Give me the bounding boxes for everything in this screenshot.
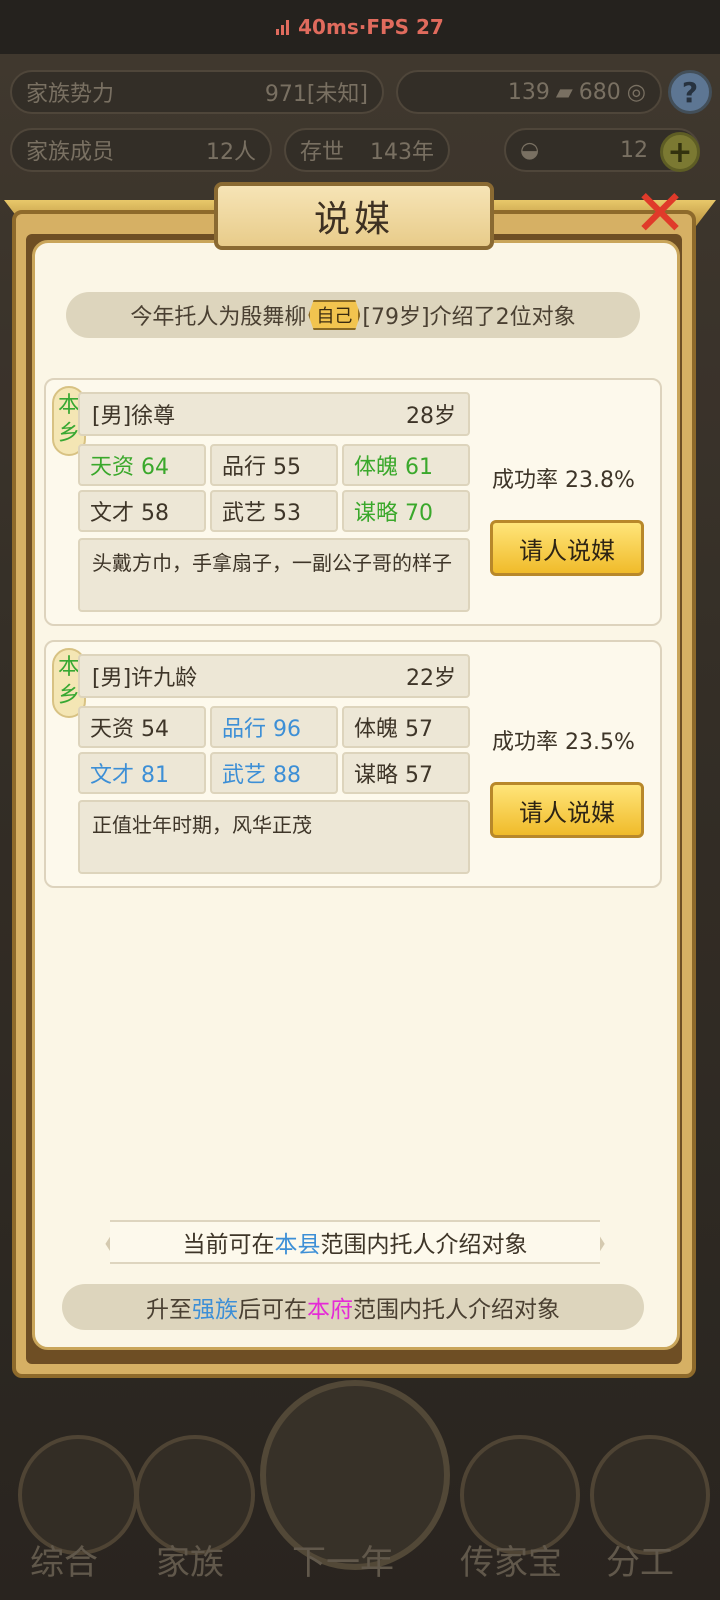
candidate-name: [男]徐尊 — [92, 404, 176, 429]
range-suffix: 范围内托人介绍对象 — [320, 1232, 528, 1258]
stat-talent: 天资 54 — [78, 706, 206, 748]
intro-prefix: 今年托人为殷舞柳 — [130, 305, 307, 330]
upgrade-place: 本府 — [307, 1297, 353, 1323]
stat-literary: 文才 81 — [78, 752, 206, 794]
intro-banner: 今年托人为殷舞柳 自己 [79岁]介绍了2位对象 — [66, 292, 640, 338]
candidate-age: 22岁 — [406, 666, 456, 691]
range-prefix: 当前可在 — [182, 1232, 275, 1258]
stat-talent: 天资 64 — [78, 444, 206, 486]
upgrade-hint: 升至 强族 后可在 本府 范围内托人介绍对象 — [62, 1284, 644, 1330]
stat-physique: 体魄 57 — [342, 706, 470, 748]
candidate-name: [男]许九龄 — [92, 666, 198, 691]
stat-conduct: 品行 96 — [210, 706, 338, 748]
close-icon[interactable]: ✕ — [628, 182, 692, 246]
range-info: 当前可在 本县 范围内托人介绍对象 — [110, 1220, 600, 1264]
candidate-card: 本乡 [男]徐尊 28岁 天资 64 品行 55 体魄 61 文才 58 武艺 … — [44, 378, 662, 626]
intro-suffix: [79岁]介绍了2位对象 — [362, 305, 576, 330]
candidate-namebar: [男]许九龄 22岁 — [78, 654, 470, 698]
self-tag: 自己 — [308, 300, 361, 330]
dialog-title: 说媒 — [214, 182, 494, 250]
request-matchmaking-button[interactable]: 请人说媒 — [490, 782, 644, 838]
stat-strategy: 谋略 70 — [342, 490, 470, 532]
success-rate: 成功率 23.5% — [492, 730, 635, 755]
candidate-card: 本乡 [男]许九龄 22岁 天资 54 品行 96 体魄 57 文才 81 武艺… — [44, 640, 662, 888]
range-place: 本县 — [274, 1232, 321, 1258]
stat-literary: 文才 58 — [78, 490, 206, 532]
candidate-description: 头戴方巾，手拿扇子，一副公子哥的样子 — [78, 538, 470, 612]
stat-martial: 武艺 88 — [210, 752, 338, 794]
stat-conduct: 品行 55 — [210, 444, 338, 486]
upgrade-rank: 强族 — [192, 1297, 238, 1323]
candidate-age: 28岁 — [406, 404, 456, 429]
upgrade-mid: 后可在 — [238, 1297, 307, 1323]
success-rate: 成功率 23.8% — [492, 468, 635, 493]
upgrade-prefix: 升至 — [146, 1297, 192, 1323]
stat-physique: 体魄 61 — [342, 444, 470, 486]
stat-martial: 武艺 53 — [210, 490, 338, 532]
candidate-namebar: [男]徐尊 28岁 — [78, 392, 470, 436]
candidate-description: 正值壮年时期，风华正茂 — [78, 800, 470, 874]
request-matchmaking-button[interactable]: 请人说媒 — [490, 520, 644, 576]
stat-strategy: 谋略 57 — [342, 752, 470, 794]
upgrade-suffix: 范围内托人介绍对象 — [353, 1297, 560, 1323]
